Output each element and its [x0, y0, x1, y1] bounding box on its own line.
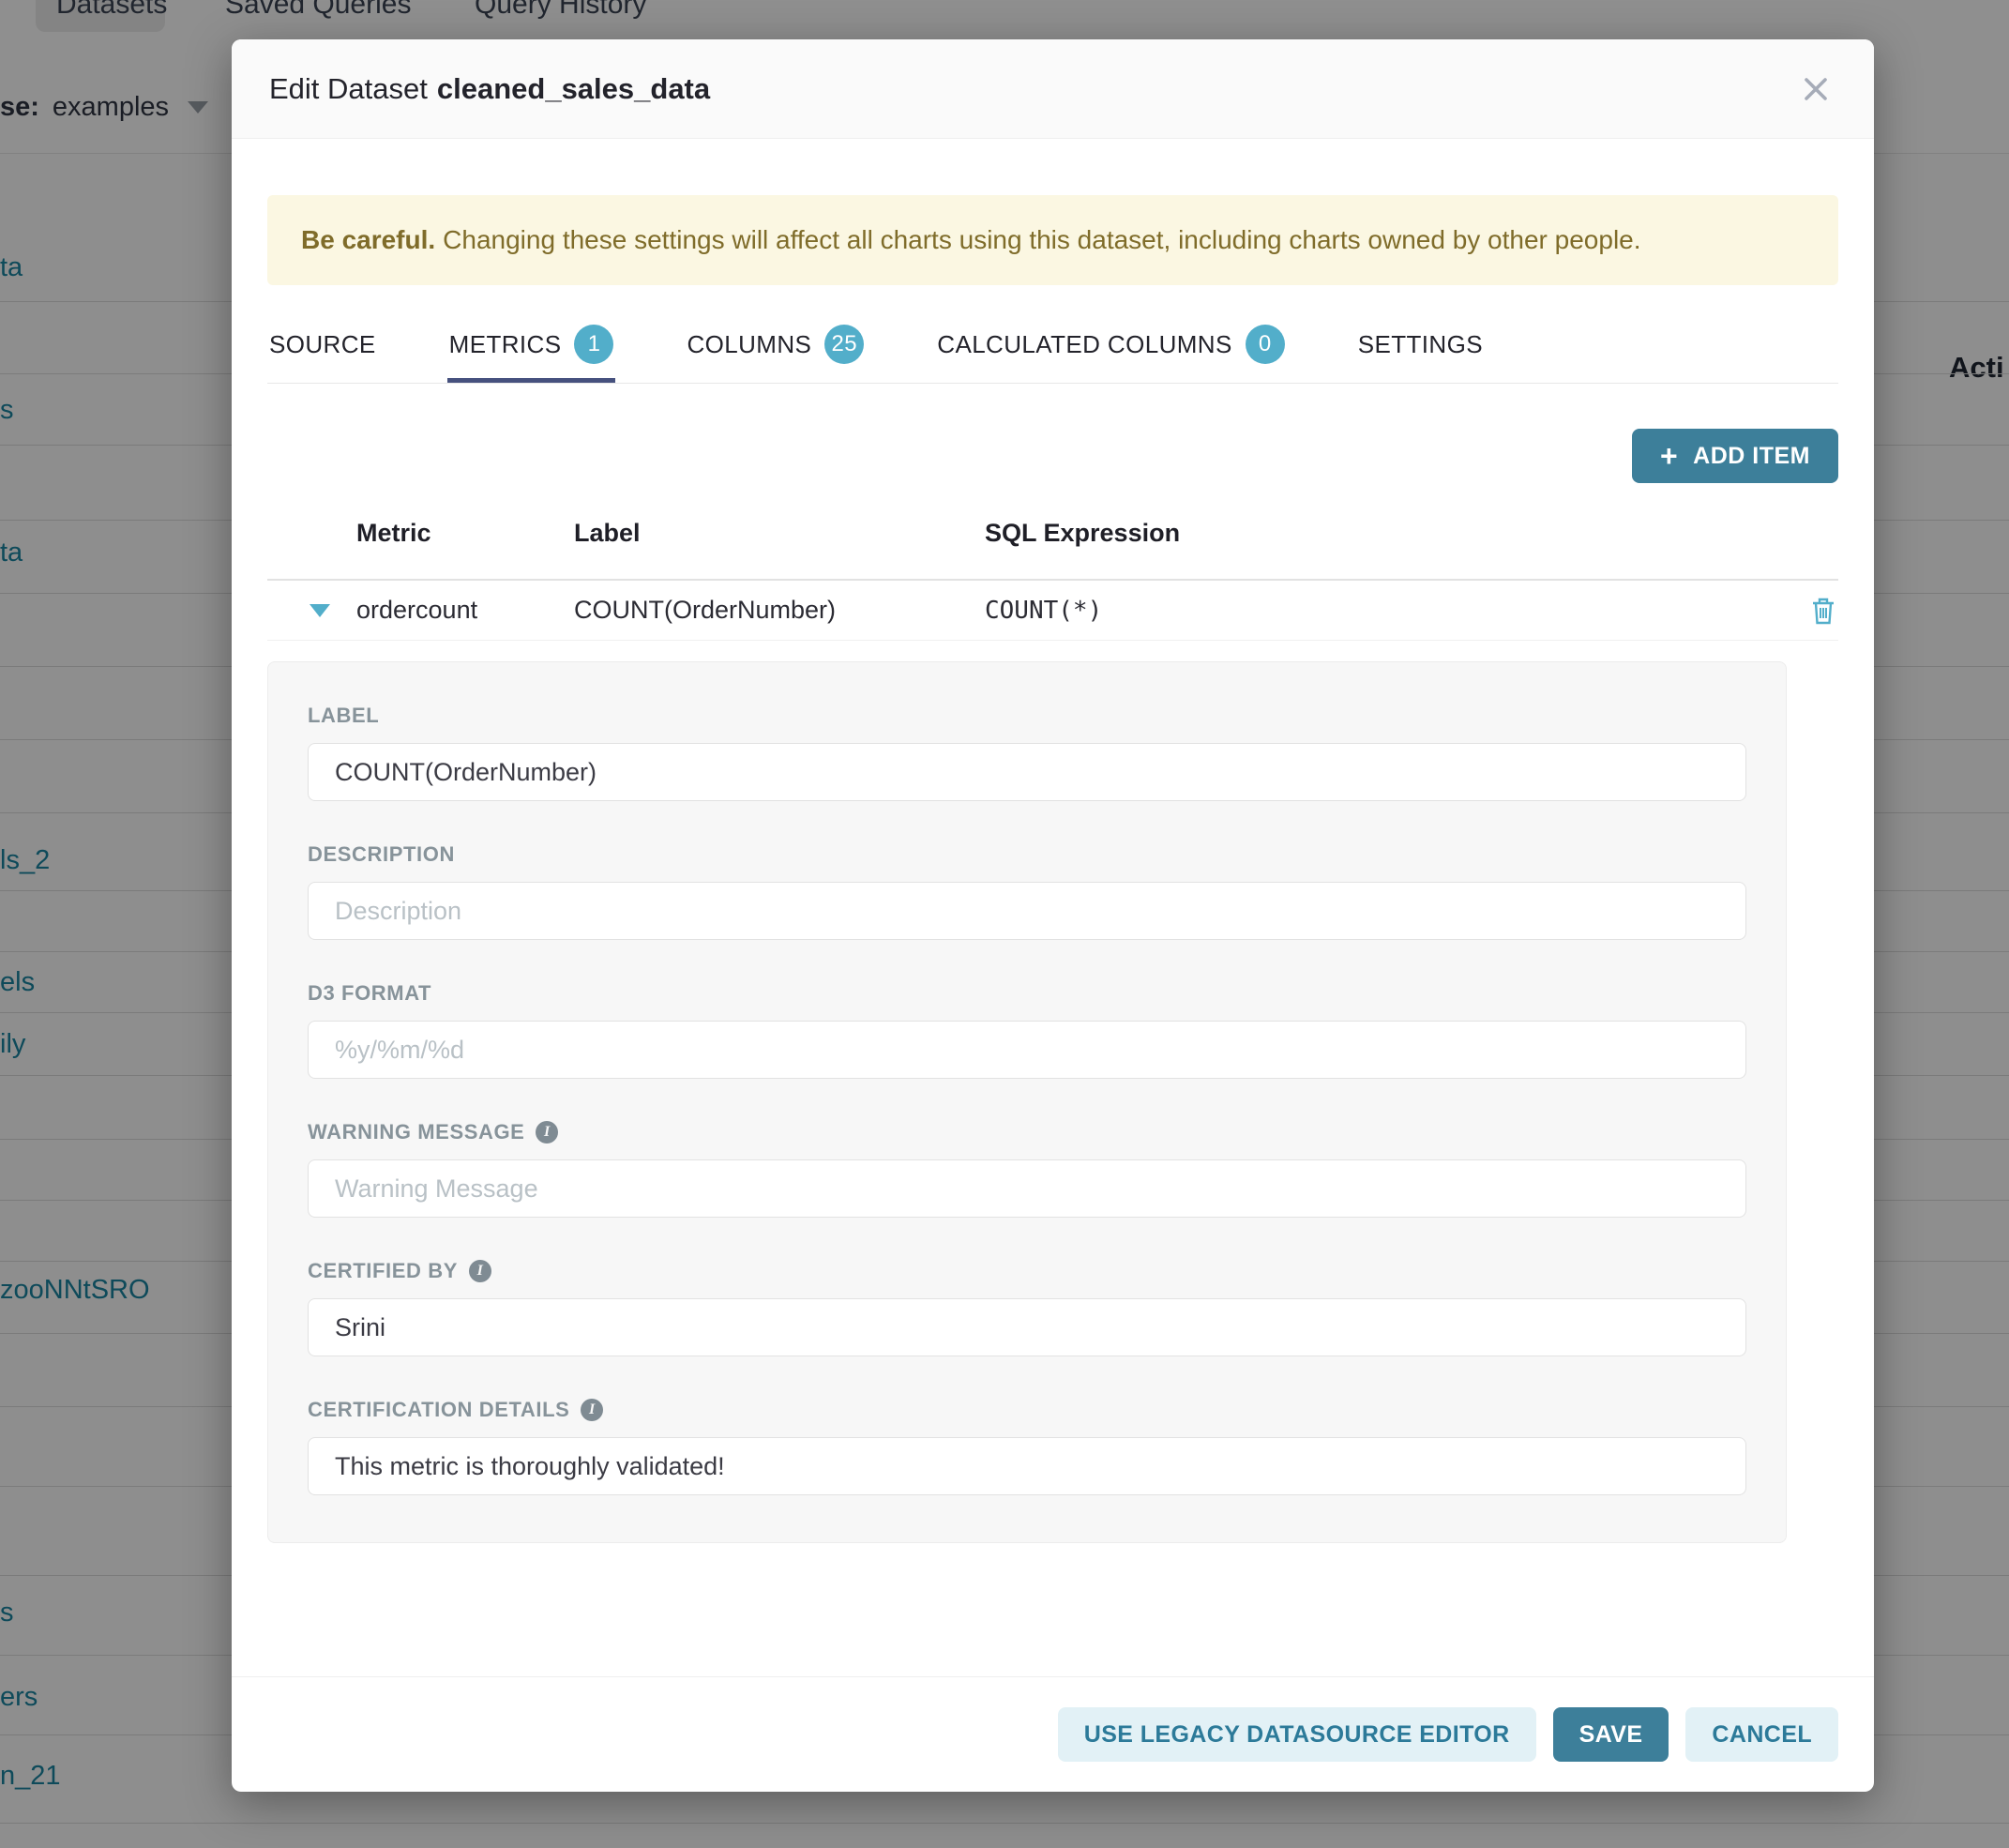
metrics-count-badge: 1 [574, 325, 613, 364]
modal-title: Edit Dataset cleaned_sales_data [269, 72, 710, 106]
metric-label: COUNT(OrderNumber) [574, 596, 985, 625]
label-input[interactable] [308, 743, 1746, 801]
column-header-metric: Metric [356, 519, 574, 548]
info-icon[interactable]: i [581, 1399, 603, 1421]
collapse-caret-icon[interactable] [310, 604, 356, 617]
dataset-editor-tabs: SOURCE METRICS 1 COLUMNS 25 CALCULATED C… [267, 311, 1838, 384]
modal-body: Be careful. Changing these settings will … [232, 139, 1874, 1676]
metric-key: ordercount [356, 596, 574, 625]
columns-count-badge: 25 [824, 325, 864, 364]
metric-sql-expression: COUNT(*) [985, 597, 1795, 625]
cancel-button[interactable]: CANCEL [1685, 1707, 1838, 1762]
d3-format-input[interactable] [308, 1021, 1746, 1079]
add-item-row: + ADD ITEM [267, 429, 1838, 483]
info-icon[interactable]: i [536, 1121, 558, 1144]
metrics-table-header: Metric Label SQL Expression [267, 511, 1838, 554]
warning-banner: Be careful. Changing these settings will … [267, 195, 1838, 285]
tab-metrics[interactable]: METRICS 1 [447, 311, 616, 383]
add-item-label: ADD ITEM [1693, 443, 1810, 470]
metric-row: ordercount COUNT(OrderNumber) COUNT(*) [267, 579, 1838, 641]
certified-by-field-caption: CERTIFIED BY [308, 1259, 458, 1283]
certification-details-field-caption: CERTIFICATION DETAILS [308, 1398, 569, 1422]
use-legacy-datasource-editor-button[interactable]: USE LEGACY DATASOURCE EDITOR [1058, 1707, 1536, 1762]
modal-header: Edit Dataset cleaned_sales_data [232, 39, 1874, 139]
add-item-button[interactable]: + ADD ITEM [1632, 429, 1838, 483]
info-icon[interactable]: i [469, 1260, 491, 1282]
column-header-sql-expression: SQL Expression [985, 519, 1838, 548]
tab-settings[interactable]: SETTINGS [1356, 311, 1485, 383]
field-description: DESCRIPTION [308, 842, 1746, 940]
metric-edit-panel: LABEL DESCRIPTION D3 FORMAT WARNING MESS… [267, 661, 1787, 1543]
column-header-label: Label [574, 519, 985, 548]
field-certified-by: CERTIFIED BY i [308, 1259, 1746, 1356]
modal-footer: USE LEGACY DATASOURCE EDITOR SAVE CANCEL [232, 1676, 1874, 1792]
warning-message-field-caption: WARNING MESSAGE [308, 1120, 524, 1144]
tab-settings-label: SETTINGS [1358, 330, 1483, 359]
warning-banner-bold: Be careful. [301, 225, 435, 254]
warning-banner-text: Changing these settings will affect all … [443, 225, 1640, 254]
certified-by-input[interactable] [308, 1298, 1746, 1356]
tab-calculated-columns[interactable]: CALCULATED COLUMNS 0 [935, 311, 1286, 383]
d3-format-field-caption: D3 FORMAT [308, 981, 431, 1006]
field-certification-details: CERTIFICATION DETAILS i [308, 1398, 1746, 1495]
tab-columns[interactable]: COLUMNS 25 [685, 311, 866, 383]
label-field-caption: LABEL [308, 704, 379, 728]
tab-columns-label: COLUMNS [687, 330, 811, 359]
dataset-name: cleaned_sales_data [437, 72, 710, 105]
tab-source-label: SOURCE [269, 330, 376, 359]
description-field-caption: DESCRIPTION [308, 842, 455, 867]
save-button[interactable]: SAVE [1553, 1707, 1669, 1762]
field-warning-message: WARNING MESSAGE i [308, 1120, 1746, 1218]
modal-title-prefix: Edit Dataset [269, 72, 428, 105]
tab-metrics-label: METRICS [449, 330, 562, 359]
trash-icon[interactable] [1795, 596, 1836, 626]
tab-calculated-columns-label: CALCULATED COLUMNS [937, 330, 1231, 359]
field-label: LABEL [308, 704, 1746, 801]
field-d3-format: D3 FORMAT [308, 981, 1746, 1079]
description-input[interactable] [308, 882, 1746, 940]
edit-dataset-modal: Edit Dataset cleaned_sales_data Be carefu… [232, 39, 1874, 1792]
plus-icon: + [1660, 441, 1678, 471]
certification-details-input[interactable] [308, 1437, 1746, 1495]
tab-source[interactable]: SOURCE [267, 311, 378, 383]
close-icon[interactable] [1795, 68, 1836, 110]
calculated-columns-count-badge: 0 [1246, 325, 1285, 364]
warning-message-input[interactable] [308, 1159, 1746, 1218]
